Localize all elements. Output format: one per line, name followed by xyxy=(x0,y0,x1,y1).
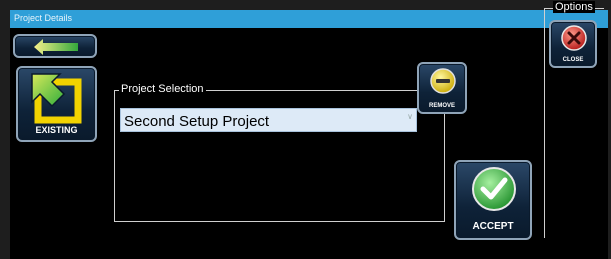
chevron-down-icon: ∨ xyxy=(407,112,413,121)
remove-label: REMOVE xyxy=(428,103,455,109)
main-panel: EXISTING Project Selection Second Setup … xyxy=(10,28,608,259)
remove-icon xyxy=(430,68,456,94)
accept-label: ACCEPT xyxy=(472,221,514,232)
close-label: CLOSE xyxy=(562,57,584,63)
existing-button[interactable]: EXISTING xyxy=(16,66,97,142)
checkmark-icon xyxy=(472,167,516,211)
existing-label: EXISTING xyxy=(35,125,78,135)
list-item[interactable]: Second Setup Project ∨ xyxy=(120,108,417,132)
accept-button[interactable]: ACCEPT xyxy=(454,160,532,240)
options-legend: Options xyxy=(553,1,595,13)
list-item-label: Second Setup Project xyxy=(124,113,270,130)
close-icon xyxy=(561,25,587,51)
back-button[interactable] xyxy=(13,34,97,58)
window-title: Project Details xyxy=(14,13,73,23)
close-button[interactable]: CLOSE xyxy=(549,20,597,68)
existing-project-icon xyxy=(31,73,82,124)
back-arrow-icon xyxy=(34,39,78,55)
title-bar: Project Details xyxy=(10,10,608,28)
remove-button[interactable]: REMOVE xyxy=(417,62,467,114)
project-details-window: Project Details EXISTING Project Selecti… xyxy=(0,0,611,259)
project-selection-group: Project Selection Second Setup Project ∨ xyxy=(114,83,445,222)
project-selection-legend: Project Selection xyxy=(119,83,206,95)
